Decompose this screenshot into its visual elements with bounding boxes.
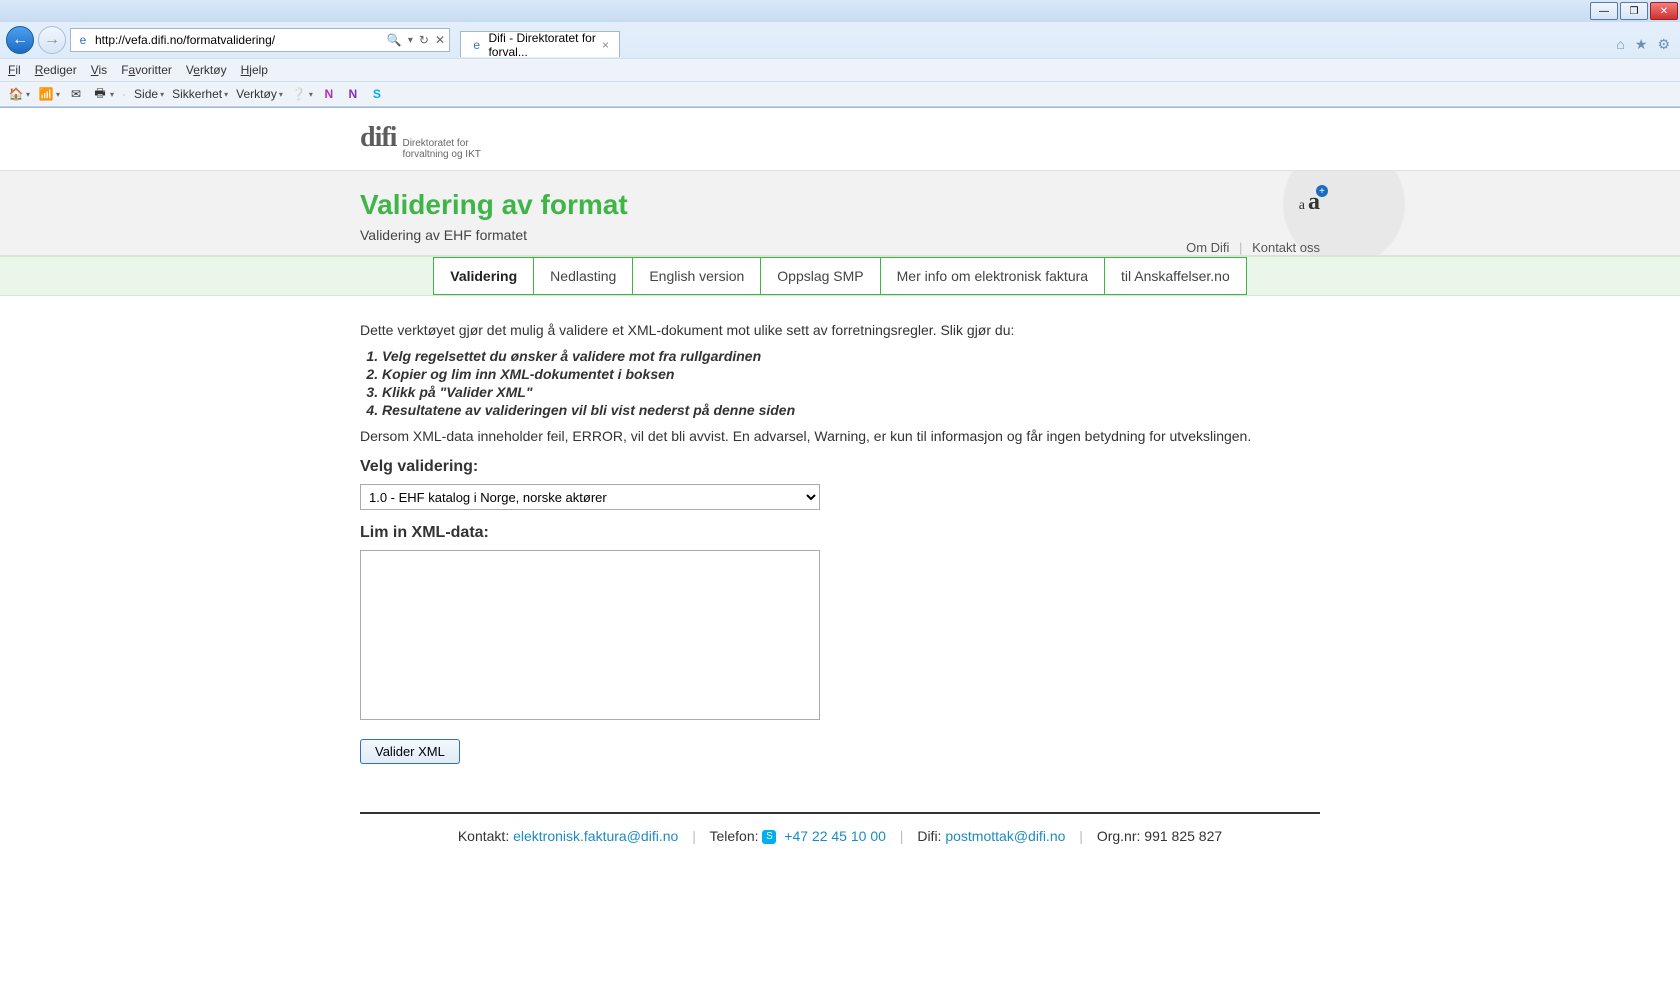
step-4: Resultatene av valideringen vil bli vist…	[382, 402, 1320, 418]
nav-tabs: Validering Nedlasting English version Op…	[433, 257, 1247, 295]
page: difi Direktoratet forforvaltning og IKT …	[0, 108, 1680, 858]
footer-orgnr: 991 825 827	[1144, 828, 1222, 844]
tab-mer-info[interactable]: Mer info om elektronisk faktura	[881, 258, 1105, 294]
footer-orgnr-label: Org.nr:	[1097, 828, 1141, 844]
verktoy-menu[interactable]: Verktøy ▾	[236, 87, 283, 101]
menu-rediger[interactable]: Rediger	[35, 63, 77, 77]
back-button[interactable]: ←	[6, 26, 34, 54]
step-3: Klikk på "Valider XML"	[382, 384, 1320, 400]
footer-telefon[interactable]: +47 22 45 10 00	[784, 828, 886, 844]
url-input[interactable]	[95, 33, 383, 47]
tab-oppslag-smp[interactable]: Oppslag SMP	[761, 258, 880, 294]
browser-tab-active[interactable]: e Difi - Direktoratet for forval... ×	[460, 31, 620, 57]
xml-label: Lim in XML-data:	[360, 524, 1320, 542]
link-om-difi[interactable]: Om Difi	[1186, 240, 1229, 255]
validering-select[interactable]: 1.0 - EHF katalog i Norge, norske aktøre…	[360, 484, 820, 510]
tab-close-icon[interactable]: ×	[602, 38, 609, 52]
link-kontakt-oss[interactable]: Kontakt oss	[1252, 240, 1320, 255]
mail-button[interactable]: ✉	[68, 86, 84, 102]
footer-difi-email[interactable]: postmottak@difi.no	[945, 828, 1065, 844]
stop-icon[interactable]: ✕	[435, 33, 445, 47]
address-bar[interactable]: e 🔍 ▾ ↻ ✕	[70, 28, 450, 52]
menu-fil[interactable]: Fil	[8, 63, 21, 77]
page-header: Validering av format Validering av EHF f…	[0, 170, 1680, 256]
footer-telefon-label: Telefon:	[709, 828, 758, 844]
search-icon[interactable]: 🔍	[387, 33, 402, 47]
footer-difi-label: Difi:	[917, 828, 941, 844]
select-label: Velg validering:	[360, 458, 1320, 476]
menu-vis[interactable]: Vis	[91, 63, 107, 77]
step-1: Velg regelsettet du ønsker å validere mo…	[382, 348, 1320, 364]
intro-text: Dette verktøyet gjør det mulig å valider…	[360, 322, 1320, 338]
menu-favoritter[interactable]: Favoritter	[121, 63, 172, 77]
tab-nedlasting[interactable]: Nedlasting	[534, 258, 633, 294]
header-links: Om Difi | Kontakt oss	[1186, 240, 1320, 255]
valider-xml-button[interactable]: Valider XML	[360, 739, 460, 764]
logo-row: difi Direktoratet forforvaltning og IKT	[360, 108, 1320, 170]
forward-button[interactable]: →	[38, 26, 66, 54]
text-size-large[interactable]: a	[1308, 189, 1320, 215]
footer-kontakt-email[interactable]: elektronisk.faktura@difi.no	[513, 828, 678, 844]
footer-kontakt-label: Kontakt:	[458, 828, 509, 844]
tab-title: Difi - Direktoratet for forval...	[488, 31, 596, 59]
note-text: Dersom XML-data inneholder feil, ERROR, …	[360, 428, 1320, 444]
page-subtitle: Validering av EHF formatet	[360, 227, 1320, 243]
menu-verktoy[interactable]: Verktøy	[186, 63, 227, 77]
address-bar-controls: 🔍 ▾ ↻ ✕	[387, 33, 445, 47]
text-size-small[interactable]: a	[1299, 198, 1305, 213]
help-button[interactable]: ❔▾	[291, 86, 313, 102]
steps-list: Velg regelsettet du ønsker å validere mo…	[382, 348, 1320, 418]
xml-textarea[interactable]	[360, 550, 820, 720]
logo-subtitle: Direktoratet forforvaltning og IKT	[402, 138, 480, 160]
logo-text: difi	[360, 122, 396, 154]
refresh-icon[interactable]: ↻	[419, 33, 429, 47]
tab-validering[interactable]: Validering	[434, 258, 534, 294]
window-titlebar: — ❐ ✕	[0, 0, 1680, 22]
skype-icon: S	[762, 830, 776, 844]
text-size-control[interactable]: a a	[1186, 189, 1320, 216]
ie-page-icon: e	[471, 37, 482, 53]
browser-menubar: Fil Rediger Vis Favoritter Verktøy Hjelp	[0, 58, 1680, 81]
browser-toolbar: 🏠▾ 📶▾ ✉ 🖶▾ · Side ▾ Sikkerhet ▾ Verktøy …	[0, 81, 1680, 107]
validering-select-row: 1.0 - EHF katalog i Norge, norske aktøre…	[360, 484, 820, 510]
addon-n2-icon[interactable]: N	[345, 86, 361, 102]
skype-icon[interactable]: S	[369, 86, 385, 102]
menu-hjelp[interactable]: Hjelp	[241, 63, 268, 77]
step-2: Kopier og lim inn XML-dokumentet i bokse…	[382, 366, 1320, 382]
close-button[interactable]: ✕	[1650, 2, 1678, 20]
main-content: Dette verktøyet gjør det mulig å valider…	[360, 296, 1320, 782]
tab-english[interactable]: English version	[633, 258, 761, 294]
sikkerhet-menu[interactable]: Sikkerhet ▾	[172, 87, 228, 101]
footer: Kontakt: elektronisk.faktura@difi.no | T…	[360, 814, 1320, 858]
nav-band: Validering Nedlasting English version Op…	[0, 256, 1680, 296]
ie-page-icon: e	[75, 32, 91, 48]
maximize-button[interactable]: ❐	[1620, 2, 1648, 20]
minimize-button[interactable]: —	[1590, 2, 1618, 20]
tools-icon[interactable]: ⚙	[1657, 36, 1670, 53]
tab-anskaffelser[interactable]: til Anskaffelser.no	[1105, 258, 1246, 294]
feeds-button[interactable]: 📶▾	[38, 86, 60, 102]
browser-right-icons: ⌂ ★ ⚙	[1616, 36, 1680, 53]
dropdown-icon[interactable]: ▾	[408, 35, 413, 46]
header-right: a a Om Difi | Kontakt oss	[1186, 189, 1320, 255]
print-button[interactable]: 🖶▾	[92, 86, 114, 102]
favorites-icon[interactable]: ★	[1635, 36, 1648, 53]
side-menu[interactable]: Side ▾	[134, 87, 164, 101]
browser-chrome: — ❐ ✕ ← → e 🔍 ▾ ↻ ✕ e Difi - Direktorate…	[0, 0, 1680, 108]
addon-n1-icon[interactable]: N	[321, 86, 337, 102]
difi-logo[interactable]: difi Direktoratet forforvaltning og IKT	[360, 122, 1320, 160]
page-title: Validering av format	[360, 189, 1320, 221]
home-button[interactable]: 🏠▾	[8, 86, 30, 102]
home-icon[interactable]: ⌂	[1616, 36, 1624, 53]
